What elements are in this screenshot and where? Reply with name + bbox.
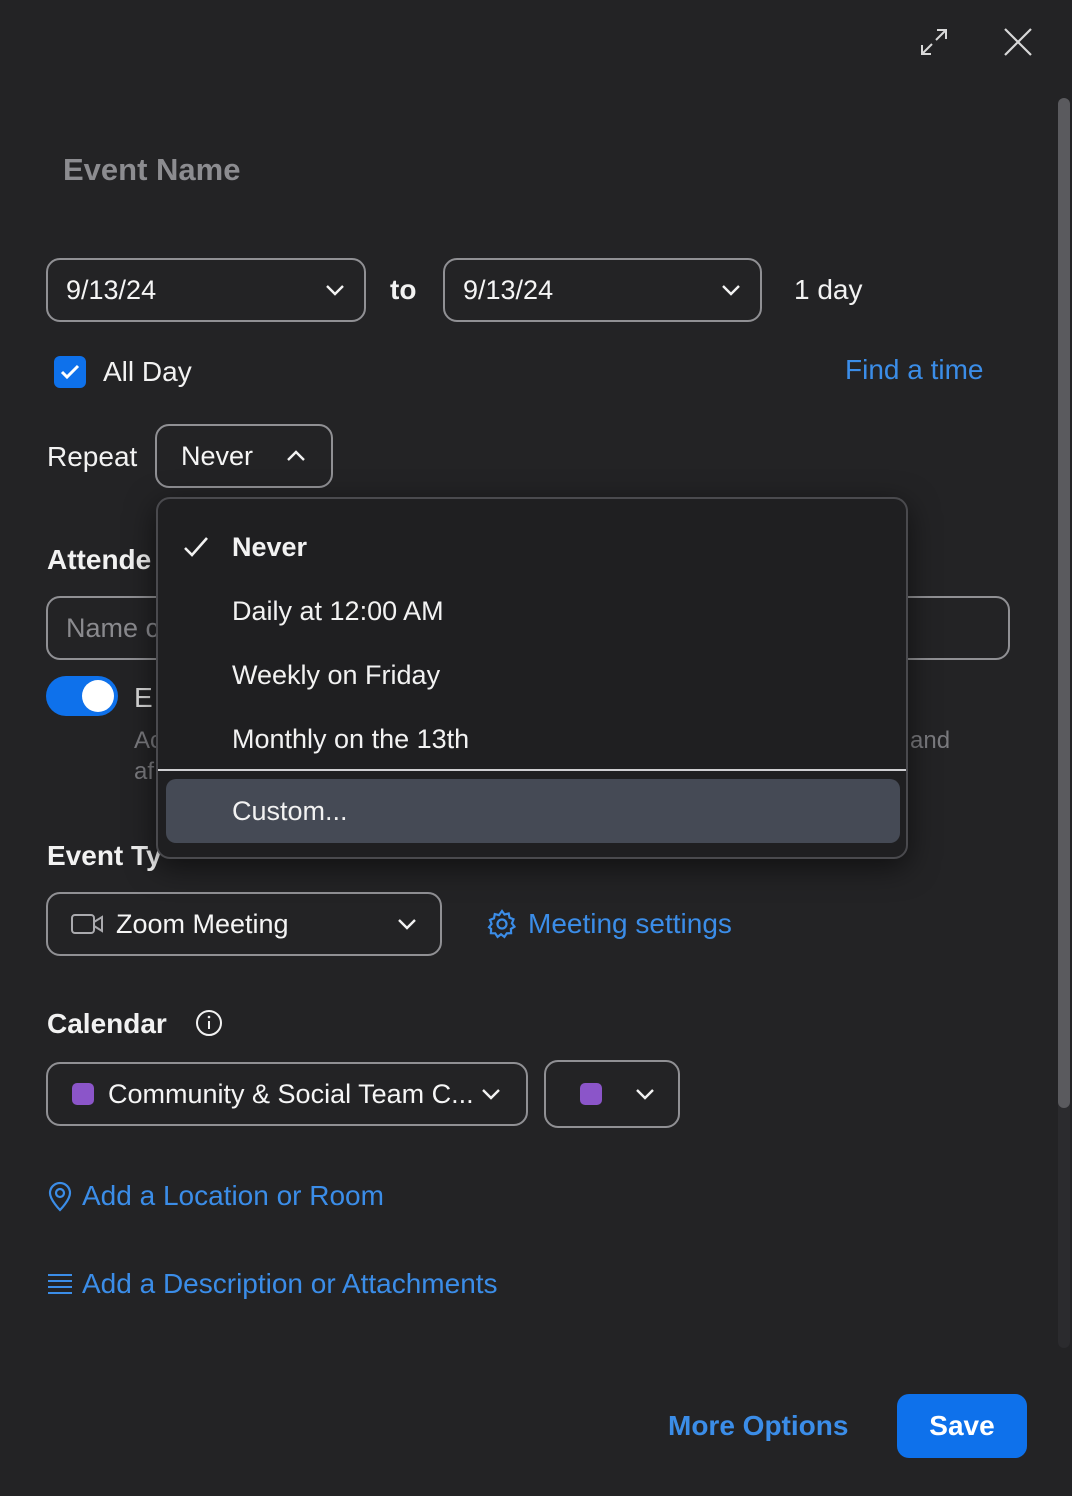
calendar-value: Community & Social Team C... xyxy=(108,1078,474,1109)
start-date-value: 9/13/24 xyxy=(66,274,157,305)
gear-icon xyxy=(487,909,517,939)
menu-divider xyxy=(158,769,906,771)
scrollbar-thumb[interactable] xyxy=(1058,98,1070,1108)
duration-text: 1 day xyxy=(794,274,863,305)
checkmark-icon xyxy=(60,364,80,380)
date-separator: to xyxy=(390,274,417,305)
repeat-option-label: Never xyxy=(232,531,308,562)
end-date-value: 9/13/24 xyxy=(463,274,554,305)
repeat-option-label: Custom... xyxy=(232,795,348,826)
end-date-select[interactable]: 9/13/24 xyxy=(443,258,762,322)
start-date-select[interactable]: 9/13/24 xyxy=(46,258,366,322)
chevron-up-icon xyxy=(287,450,305,461)
add-description-label: Add a Description or Attachments xyxy=(82,1268,498,1299)
toggle-label: E xyxy=(134,682,153,713)
event-type-label: Event Ty xyxy=(47,840,162,871)
repeat-option-never[interactable]: Never xyxy=(158,515,906,579)
close-icon[interactable] xyxy=(998,22,1038,62)
attendees-toggle[interactable] xyxy=(46,676,118,716)
event-name-input[interactable]: Event Name xyxy=(63,152,240,188)
all-day-label: All Day xyxy=(103,356,192,387)
repeat-option-monthly[interactable]: Monthly on the 13th xyxy=(158,707,906,771)
checkmark-icon xyxy=(184,537,208,557)
attendees-label: Attende xyxy=(47,544,152,575)
all-day-checkbox[interactable] xyxy=(54,356,86,388)
attendees-description-left-2: af xyxy=(134,758,155,785)
chevron-down-icon xyxy=(636,1089,654,1100)
add-location-link[interactable]: Add a Location or Room xyxy=(46,1180,384,1212)
more-options-button[interactable]: More Options xyxy=(668,1410,848,1442)
attendees-description-right: and xyxy=(910,727,951,754)
repeat-value: Never xyxy=(181,440,254,471)
add-location-label: Add a Location or Room xyxy=(82,1180,384,1211)
find-time-link[interactable]: Find a time xyxy=(845,354,984,386)
save-button[interactable]: Save xyxy=(897,1394,1027,1458)
calendar-select[interactable]: Community & Social Team C... xyxy=(46,1062,528,1126)
event-type-select[interactable]: Zoom Meeting xyxy=(46,892,442,956)
expand-icon[interactable] xyxy=(914,22,954,62)
meeting-settings-label: Meeting settings xyxy=(528,908,732,939)
video-camera-icon xyxy=(71,914,103,934)
repeat-option-label: Monthly on the 13th xyxy=(232,723,470,754)
repeat-option-label: Weekly on Friday xyxy=(232,659,441,690)
chevron-down-icon xyxy=(722,285,740,296)
attendees-placeholder: Name c xyxy=(66,612,160,643)
calendar-label: Calendar xyxy=(47,1008,167,1039)
repeat-option-custom[interactable]: Custom... xyxy=(166,779,900,843)
chevron-down-icon xyxy=(482,1089,500,1100)
repeat-option-daily[interactable]: Daily at 12:00 AM xyxy=(158,579,906,643)
repeat-label: Repeat xyxy=(47,441,138,472)
calendar-color-select[interactable] xyxy=(544,1060,680,1128)
repeat-dropdown-menu: Never Daily at 12:00 AM Weekly on Friday… xyxy=(156,497,908,859)
text-lines-icon xyxy=(48,1274,72,1294)
add-description-link[interactable]: Add a Description or Attachments xyxy=(46,1268,498,1300)
location-pin-icon xyxy=(48,1181,72,1212)
calendar-color-swatch xyxy=(72,1083,94,1105)
chevron-down-icon xyxy=(398,919,416,930)
info-icon[interactable] xyxy=(195,1009,223,1042)
meeting-settings-link[interactable]: Meeting settings xyxy=(486,908,732,940)
toggle-knob xyxy=(82,680,114,712)
repeat-option-label: Daily at 12:00 AM xyxy=(232,595,444,626)
repeat-option-weekly[interactable]: Weekly on Friday xyxy=(158,643,906,707)
chevron-down-icon xyxy=(326,285,344,296)
color-swatch xyxy=(580,1083,602,1105)
event-type-value: Zoom Meeting xyxy=(116,908,289,939)
repeat-select[interactable]: Never xyxy=(155,424,333,488)
